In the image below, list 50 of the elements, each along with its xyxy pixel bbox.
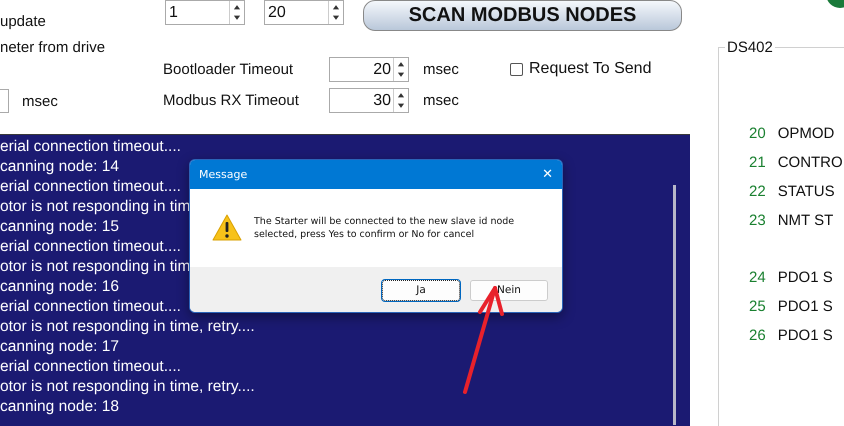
unit-label: msec — [423, 61, 460, 78]
log-line: erial connection timeout.... — [0, 357, 181, 377]
scan-button[interactable]: SCAN MODBUS NODES — [363, 0, 682, 31]
log-line: canning node: 18 — [0, 397, 119, 417]
row-number: 26 — [749, 327, 766, 344]
row-number: 24 — [749, 269, 766, 286]
row-label: PDO1 S — [778, 269, 833, 286]
spin-box[interactable]: 20 — [264, 0, 344, 25]
row-number: 20 — [749, 125, 766, 142]
spin-box[interactable] — [0, 89, 9, 113]
log-line: canning node: 16 — [0, 277, 119, 297]
log-line: otor is not responding in tim — [0, 257, 190, 277]
row-label: STATUS — [778, 183, 835, 200]
log-line: canning node: 15 — [0, 217, 119, 237]
option-label: update — [0, 13, 47, 30]
row-number: 23 — [749, 212, 766, 229]
dialog-button[interactable]: Nein — [470, 280, 548, 300]
unit-label: msec — [423, 92, 460, 109]
log-line: erial connection timeout.... — [0, 297, 181, 317]
dialog-title: Message — [199, 168, 248, 181]
log-line: erial connection timeout.... — [0, 177, 181, 197]
row-label: PDO1 S — [778, 327, 833, 344]
row-label: NMT ST — [778, 212, 834, 229]
unit-label: msec — [22, 92, 58, 110]
warning-icon — [212, 214, 242, 242]
log-line: canning node: 17 — [0, 337, 119, 357]
row-label: CONTRO — [778, 154, 843, 171]
log-line: canning node: 14 — [0, 157, 119, 177]
row-number: 21 — [749, 154, 766, 171]
timeout-label: Modbus RX Timeout — [163, 92, 300, 109]
spin-box[interactable]: 1 — [165, 0, 245, 25]
spin-box[interactable]: 30 — [329, 88, 409, 113]
option-label: neter from drive — [0, 39, 106, 56]
log-line: otor is not responding in time, retry.... — [0, 377, 255, 397]
row-label: OPMOD — [778, 125, 834, 142]
dialog-button[interactable]: Ja — [382, 280, 460, 300]
log-line: erial connection timeout.... — [0, 237, 181, 257]
log-line: otor is not responding in time, retry.... — [0, 317, 255, 337]
log-line: erial connection timeout.... — [0, 137, 181, 157]
scrollbar-thumb[interactable] — [673, 185, 676, 425]
close-button[interactable]: ✕ — [542, 167, 553, 182]
dialog-message: The Starter will be connected to the new slave id node selected, press Yes to confirm or No for cancel — [254, 215, 516, 241]
row-number: 25 — [749, 298, 766, 315]
checkbox-label[interactable]: Request To Send — [529, 60, 652, 78]
row-label: PDO1 S — [778, 298, 833, 315]
checkbox[interactable] — [510, 62, 523, 76]
timeout-label: Bootloader Timeout — [163, 61, 294, 78]
spin-box[interactable]: 20 — [329, 57, 409, 82]
log-line: otor is not responding in tim — [0, 197, 190, 217]
row-number: 22 — [749, 183, 766, 200]
